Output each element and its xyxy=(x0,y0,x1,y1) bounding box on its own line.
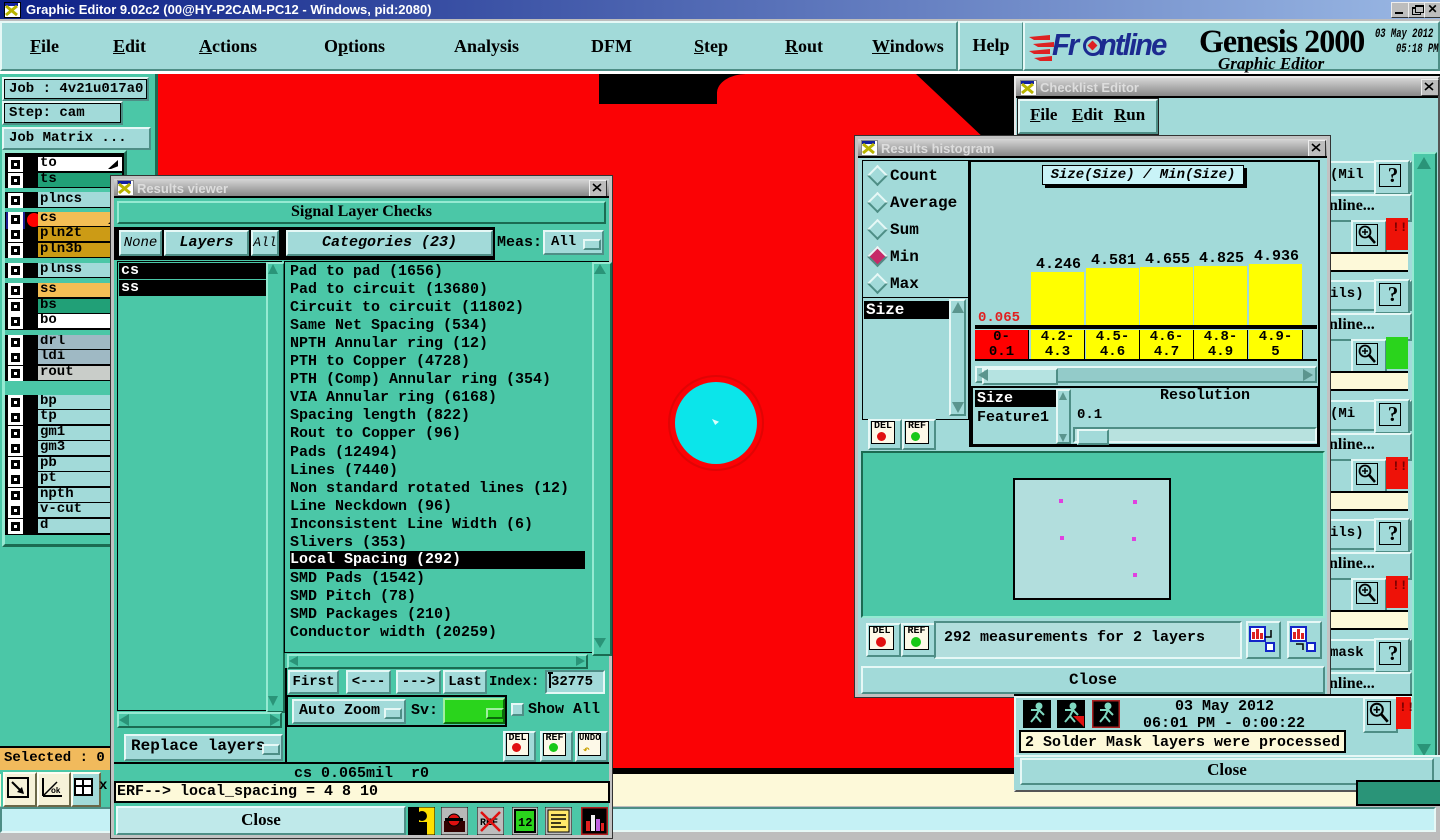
svg-text:ok: ok xyxy=(51,786,61,795)
svg-text:12: 12 xyxy=(518,816,532,830)
